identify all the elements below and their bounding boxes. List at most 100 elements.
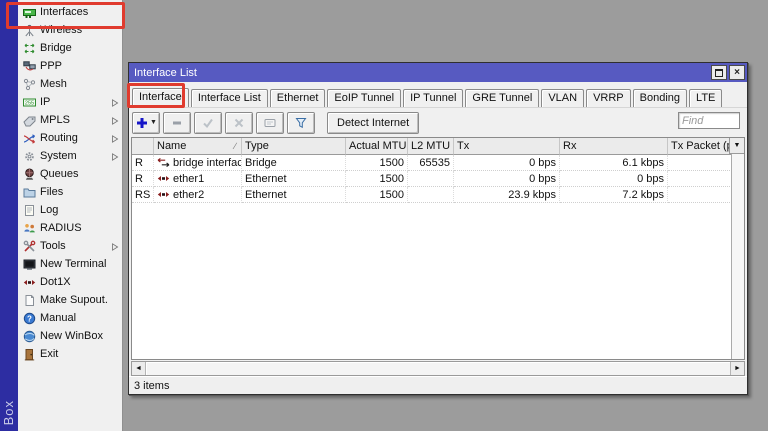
tab-bonding[interactable]: Bonding	[633, 89, 687, 107]
tab-interface[interactable]: Interface	[132, 88, 189, 107]
system-icon	[22, 149, 36, 163]
scroll-left-icon[interactable]: ◄	[132, 362, 146, 375]
table-row-ether1[interactable]: R ether1 Ethernet 1500 0 bps 0 bps	[132, 171, 732, 187]
add-button[interactable]: ▼	[132, 112, 160, 134]
sidebar-item-exit[interactable]: Exit	[18, 345, 122, 363]
tab-eoip-tunnel[interactable]: EoIP Tunnel	[327, 89, 401, 107]
column-header-rx[interactable]: Rx	[560, 138, 668, 155]
sidebar-item-ip[interactable]: 255 IP	[18, 93, 122, 111]
column-header-type[interactable]: Type	[242, 138, 346, 155]
column-header-name[interactable]: Name ∕	[154, 138, 242, 155]
sidebar-item-interfaces[interactable]: Interfaces	[18, 3, 122, 21]
tools-icon	[22, 239, 36, 253]
column-header-flags[interactable]	[132, 138, 154, 155]
column-select-button[interactable]: ▼	[729, 138, 744, 154]
status-bar: 3 items	[129, 376, 747, 394]
find-input[interactable]	[678, 112, 740, 129]
detect-internet-button[interactable]: Detect Internet	[327, 112, 419, 134]
row-l2-mtu	[408, 171, 454, 187]
row-type: Bridge	[242, 155, 346, 171]
mpls-icon	[22, 113, 36, 127]
sidebar-item-label: Log	[40, 204, 107, 216]
sidebar-item-mesh[interactable]: Mesh	[18, 75, 122, 93]
interfaces-icon	[22, 5, 36, 19]
row-tx-packet	[668, 155, 732, 171]
table-row-ether2[interactable]: RS ether2 Ethernet 1500 23.9 kbps 7.2 kb…	[132, 187, 732, 203]
exit-icon	[22, 347, 36, 361]
sidebar-item-manual[interactable]: ? Manual	[18, 309, 122, 327]
row-actual-mtu: 1500	[346, 187, 408, 203]
brand-vertical-text: Box	[1, 400, 16, 425]
table-header-row: Name ∕ Type Actual MTU L2 MTU Tx Rx Tx P…	[132, 138, 732, 155]
sidebar-item-new-terminal[interactable]: New Terminal	[18, 255, 122, 273]
tab-vlan[interactable]: VLAN	[541, 89, 584, 107]
tab-strip: InterfaceInterface ListEthernetEoIP Tunn…	[129, 82, 747, 108]
sidebar-item-new-winbox[interactable]: New WinBox	[18, 327, 122, 345]
sidebar-item-tools[interactable]: Tools	[18, 237, 122, 255]
sidebar-item-bridge[interactable]: Bridge	[18, 39, 122, 57]
column-header-tx-packet-p[interactable]: Tx Packet (p	[668, 138, 732, 155]
svg-text:255: 255	[24, 100, 33, 106]
sidebar-item-radius[interactable]: RADIUS	[18, 219, 122, 237]
interface-name: bridge interface	[173, 156, 242, 170]
sidebar-item-label: Manual	[40, 312, 107, 324]
tab-interface-list[interactable]: Interface List	[191, 89, 268, 107]
sidebar-item-system[interactable]: System	[18, 147, 122, 165]
tab-gre-tunnel[interactable]: GRE Tunnel	[465, 89, 539, 107]
horizontal-scrollbar[interactable]: ◄ ►	[131, 361, 745, 376]
enable-button[interactable]	[194, 112, 222, 134]
close-button[interactable]: ×	[729, 65, 745, 80]
row-tx: 23.9 kbps	[454, 187, 560, 203]
ppp-icon	[22, 59, 36, 73]
vertical-scrollbar[interactable]	[731, 153, 744, 359]
column-header-actual-mtu[interactable]: Actual MTU	[346, 138, 408, 155]
tab-ip-tunnel[interactable]: IP Tunnel	[403, 89, 463, 107]
row-name-cell: ether2	[154, 187, 242, 203]
sidebar-item-ppp[interactable]: PPP	[18, 57, 122, 75]
scroll-right-icon[interactable]: ►	[730, 362, 744, 375]
interface-table: Name ∕ Type Actual MTU L2 MTU Tx Rx Tx P…	[131, 137, 745, 360]
sidebar-item-files[interactable]: Files	[18, 183, 122, 201]
sidebar-item-label: System	[40, 150, 107, 162]
radius-icon	[22, 221, 36, 235]
tab-vrrp[interactable]: VRRP	[586, 89, 631, 107]
column-header-tx[interactable]: Tx	[454, 138, 560, 155]
submenu-arrow-icon	[111, 134, 119, 142]
sidebar-item-mpls[interactable]: MPLS	[18, 111, 122, 129]
filter-button[interactable]	[287, 112, 315, 134]
column-header-l2-mtu[interactable]: L2 MTU	[408, 138, 454, 155]
bridge-port-icon	[157, 156, 170, 169]
ethernet-icon	[157, 188, 170, 201]
tab-lte[interactable]: LTE	[689, 89, 722, 107]
sidebar-item-log[interactable]: Log	[18, 201, 122, 219]
sidebar-item-routing[interactable]: Routing	[18, 129, 122, 147]
interface-list-window: Interface List × InterfaceInterface List…	[128, 62, 748, 395]
maximize-button[interactable]	[711, 65, 727, 80]
chevron-down-icon: ▼	[734, 142, 741, 149]
remove-button[interactable]	[163, 112, 191, 134]
sidebar-item-make-supout-rif[interactable]: Make Supout.rif	[18, 291, 122, 309]
toolbar: ▼ Detect Internet	[129, 108, 747, 137]
row-rx: 6.1 kbps	[560, 155, 668, 171]
maximize-icon	[715, 69, 723, 77]
wireless-icon	[22, 23, 36, 37]
routing-icon	[22, 131, 36, 145]
table-row-bridge-interface[interactable]: R bridge interface Bridge 1500 65535 0 b…	[132, 155, 732, 171]
sidebar-item-wireless[interactable]: Wireless	[18, 21, 122, 39]
sort-asc-icon: ∕	[234, 140, 238, 153]
capsman-icon	[22, 0, 36, 1]
sidebar-item-queues[interactable]: Queues	[18, 165, 122, 183]
sidebar-item-dot1x[interactable]: Dot1X	[18, 273, 122, 291]
sidebar-item-label: Tools	[40, 240, 107, 252]
winbox-brand-strip: Box	[0, 0, 18, 431]
tab-ethernet[interactable]: Ethernet	[270, 89, 326, 107]
window-titlebar[interactable]: Interface List ×	[129, 63, 747, 82]
row-flags: RS	[132, 187, 154, 203]
scrollbar-thumb[interactable]	[146, 362, 730, 375]
submenu-arrow-icon	[111, 152, 119, 160]
disable-button[interactable]	[225, 112, 253, 134]
sidebar-item-label: Bridge	[40, 42, 107, 54]
files-icon	[22, 185, 36, 199]
comment-button[interactable]	[256, 112, 284, 134]
row-tx: 0 bps	[454, 171, 560, 187]
